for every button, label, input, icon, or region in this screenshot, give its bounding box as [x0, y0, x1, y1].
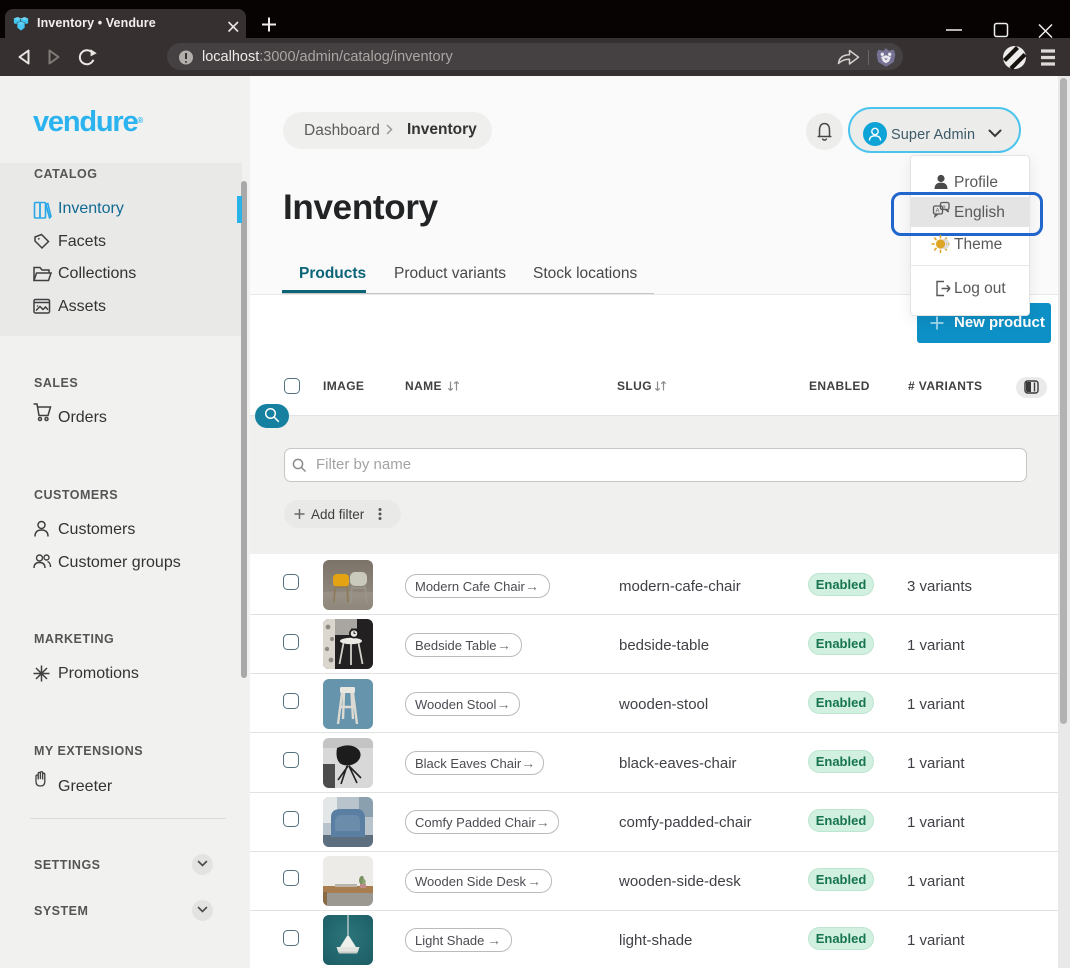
svg-text:A: A	[936, 209, 940, 215]
